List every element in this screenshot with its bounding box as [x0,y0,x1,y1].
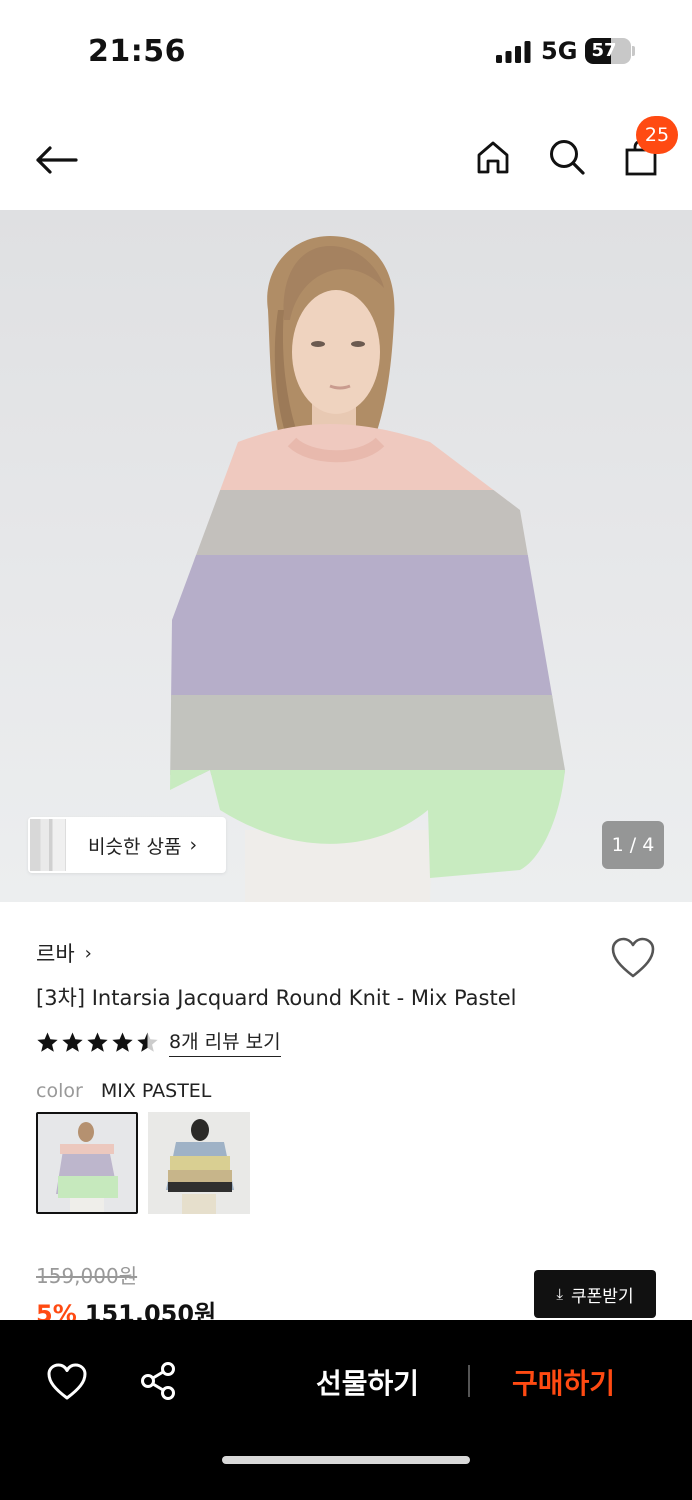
similar-products-label: 비슷한 상품 [88,835,182,858]
swatch-photo [148,1112,250,1214]
star-icon [137,1031,158,1052]
color-label: color [36,1080,83,1102]
color-row: color MIX PASTEL [36,1080,211,1102]
coupon-button[interactable]: ⤓ 쿠폰받기 [534,1270,656,1318]
battery-nub [632,46,635,56]
star-icon [112,1031,133,1052]
color-swatch-mix-pastel[interactable] [36,1112,138,1214]
network-label: 5G [541,37,578,65]
app-header [0,110,692,210]
swatch-photo [38,1114,136,1212]
product-image[interactable] [0,210,692,902]
share-icon[interactable] [137,1360,179,1402]
star-icon [62,1031,83,1052]
search-icon [550,140,585,175]
chevron-right-icon: › [189,834,198,856]
brand-link[interactable]: 르바 › [36,938,92,968]
similar-products-thumbnail [30,819,66,871]
chevron-right-icon: › [84,942,92,964]
battery-level: 57 [591,40,617,61]
home-indicator [222,1456,470,1464]
gift-button[interactable]: 선물하기 [316,1362,419,1402]
heart-icon[interactable] [46,1361,88,1403]
star-rating [36,1031,159,1054]
cart-count-badge: 25 [636,116,678,154]
status-bar: 21:56 5G 57 [0,0,692,100]
rating-row: 8개 리뷰 보기 [36,1027,281,1057]
star-icon [87,1031,108,1052]
search-button[interactable] [544,134,590,180]
similar-products-button[interactable]: 비슷한 상품 › [28,817,226,873]
divider [468,1365,470,1397]
star-icon [37,1031,58,1052]
back-button[interactable] [30,134,82,186]
buy-button[interactable]: 구매하기 [512,1362,615,1402]
battery-icon: 57 [585,38,631,64]
bottom-action-bar: 선물하기 구매하기 [0,1320,692,1500]
wishlist-heart-icon[interactable] [610,936,656,980]
product-photo [170,236,565,902]
download-icon: ⤓ [556,1285,564,1303]
image-page-counter: 1 / 4 [602,821,664,869]
product-title: [3차] Intarsia Jacquard Round Knit - Mix … [36,986,517,1010]
review-link[interactable]: 8개 리뷰 보기 [169,1027,281,1057]
status-time: 21:56 [88,34,186,69]
coupon-label: 쿠폰받기 [571,1286,634,1307]
original-price: 159,000원 [36,1264,138,1288]
home-icon [477,141,509,174]
home-button[interactable] [470,134,516,180]
arrow-left-icon [36,146,78,174]
color-value: MIX PASTEL [100,1080,212,1102]
brand-name: 르바 [36,942,75,966]
color-swatch-alternate[interactable] [148,1112,250,1214]
signal-icon [496,41,531,63]
